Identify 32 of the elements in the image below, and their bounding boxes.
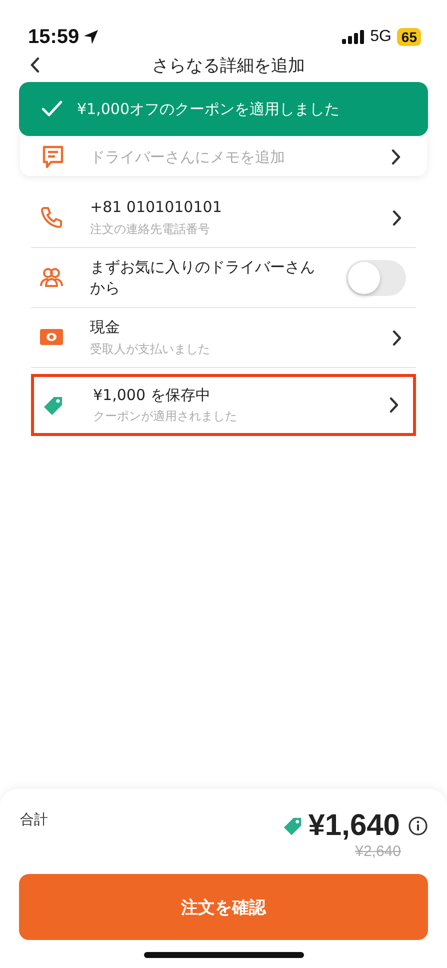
settings-row[interactable]: 現金 受取人が支払いました xyxy=(31,308,416,368)
network-label: 5G xyxy=(370,28,392,46)
row-title: まずお気に入りのドライバーさんから xyxy=(90,257,316,298)
row-subtitle: クーポンが適用されました xyxy=(93,408,238,426)
row-title: 現金 xyxy=(90,317,121,338)
toggle-switch[interactable] xyxy=(346,260,406,296)
highlighted-row[interactable]: ¥1,000 を保存中 クーポンが適用されました xyxy=(31,374,416,436)
settings-row[interactable]: +81 0101010101 注文の連絡先電話番号 xyxy=(31,188,416,248)
battery-level: 65 xyxy=(397,28,421,46)
memo-placeholder: ドライバーさんにメモを追加 xyxy=(90,148,286,166)
total-label: 合計 xyxy=(20,811,48,829)
location-arrow-icon xyxy=(83,29,100,45)
phone-icon xyxy=(39,205,64,230)
message-icon xyxy=(42,145,64,169)
info-icon xyxy=(408,816,428,836)
chevron-right-icon xyxy=(392,210,402,226)
toast-message: ¥1,000オフのクーポンを適用しました xyxy=(77,100,340,118)
chevron-right-icon xyxy=(391,149,401,165)
original-price: ¥2,640 xyxy=(355,843,401,860)
chevron-right-icon xyxy=(392,330,402,346)
row-subtitle: 注文の連絡先電話番号 xyxy=(90,220,211,238)
check-icon xyxy=(41,100,63,118)
row-title: +81 0101010101 xyxy=(90,197,223,218)
row-title: ¥1,000 を保存中 xyxy=(93,385,212,406)
chevron-right-icon xyxy=(389,397,399,414)
status-time: 15:59 xyxy=(28,26,80,48)
back-icon xyxy=(30,57,40,73)
row-subtitle: 受取人が支払いました xyxy=(90,340,211,358)
people-icon xyxy=(39,265,64,290)
page-title: さらなる詳細を追加 xyxy=(151,54,306,76)
signal-icon xyxy=(342,30,364,44)
total-price: ¥1,640 xyxy=(308,809,400,843)
